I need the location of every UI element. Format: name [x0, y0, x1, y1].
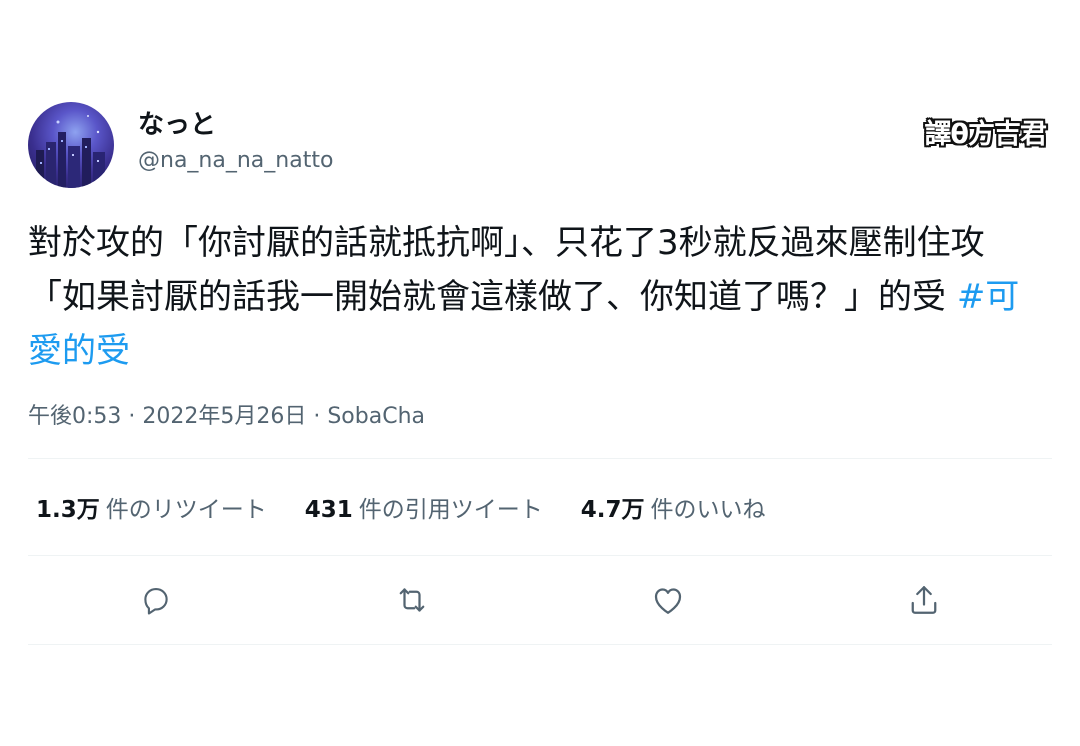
retweet-button[interactable]: [392, 580, 432, 620]
tweet-card: なっと @na_na_na_natto 譯θ方吉君 對於攻的「你討厭的話就抵抗啊…: [28, 100, 1052, 645]
tweet-actions: [28, 556, 1052, 644]
tweet-body: 對於攻的「你討厭的話就抵抗啊」、只花了3秒就反過來壓制住攻「如果討厭的話我一開始…: [28, 223, 985, 317]
retweets-count: 1.3万: [36, 497, 100, 523]
quotes-stat[interactable]: 431 件の引用ツイート: [305, 490, 543, 524]
retweets-stat[interactable]: 1.3万 件のリツイート: [36, 490, 267, 524]
likes-label: 件のいいね: [650, 497, 766, 523]
translator-watermark: 譯θ方吉君: [924, 119, 1047, 150]
user-names: なっと @na_na_na_natto: [138, 108, 333, 176]
likes-stat[interactable]: 4.7万 件のいいね: [581, 490, 766, 524]
like-button[interactable]: [648, 580, 688, 620]
reply-icon: [139, 583, 173, 617]
tweet-stats: 1.3万 件のリツイート 431 件の引用ツイート 4.7万 件のいいね: [28, 459, 1052, 555]
divider: [28, 644, 1052, 645]
quotes-label: 件の引用ツイート: [358, 497, 543, 523]
quotes-count: 431: [304, 497, 353, 523]
share-button[interactable]: [904, 580, 944, 620]
tweet-timestamp[interactable]: 午後0:53 · 2022年5月26日 · SobaCha: [28, 402, 1052, 432]
tweet-text: 對於攻的「你討厭的話就抵抗啊」、只花了3秒就反過來壓制住攻「如果討厭的話我一開始…: [28, 216, 1052, 378]
reply-button[interactable]: [136, 580, 176, 620]
share-icon: [906, 582, 942, 618]
likes-count: 4.7万: [580, 497, 645, 523]
user-handle[interactable]: @na_na_na_natto: [138, 146, 333, 176]
retweet-icon: [394, 582, 430, 618]
display-name[interactable]: なっと: [138, 108, 333, 142]
retweets-label: 件のリツイート: [105, 497, 267, 523]
heart-icon: [650, 582, 686, 618]
avatar[interactable]: [28, 102, 114, 188]
tweet-header: なっと @na_na_na_natto 譯θ方吉君: [28, 100, 1052, 192]
